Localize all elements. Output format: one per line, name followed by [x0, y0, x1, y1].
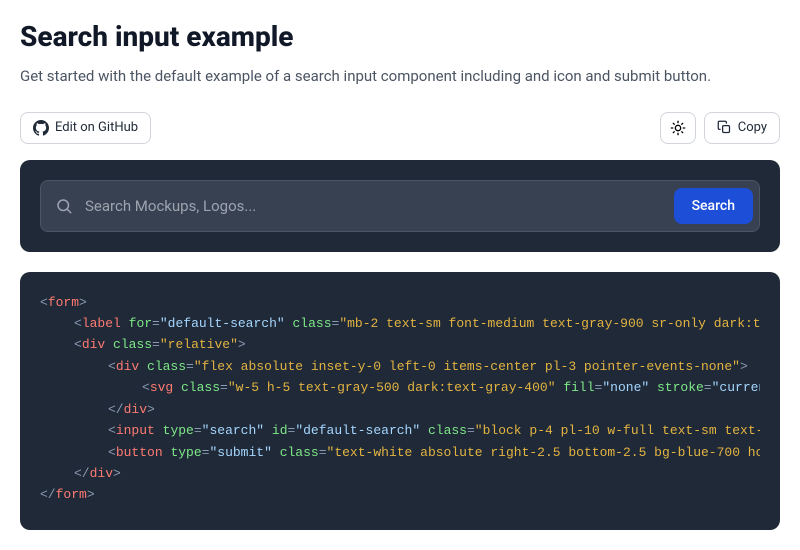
page-title: Search input example: [20, 20, 780, 53]
search-input[interactable]: [73, 187, 674, 225]
page-subtitle: Get started with the default example of …: [20, 65, 780, 88]
copy-label: Copy: [738, 120, 767, 135]
toolbar: Edit on GitHub Copy: [20, 112, 780, 144]
demo-preview: Search: [20, 160, 780, 252]
edit-on-github-label: Edit on GitHub: [55, 120, 138, 135]
theme-toggle-button[interactable]: [660, 112, 696, 144]
sun-icon: [670, 120, 686, 136]
search-submit-button[interactable]: Search: [674, 188, 753, 224]
search-icon: [55, 197, 73, 215]
copy-icon: [717, 120, 732, 135]
github-icon: [33, 120, 49, 136]
code-content: <form><label for="default-search" class=…: [40, 292, 760, 506]
code-block: <form><label for="default-search" class=…: [20, 272, 780, 530]
search-field-wrapper: Search: [40, 180, 760, 232]
copy-button[interactable]: Copy: [704, 112, 780, 144]
edit-on-github-button[interactable]: Edit on GitHub: [20, 112, 151, 144]
